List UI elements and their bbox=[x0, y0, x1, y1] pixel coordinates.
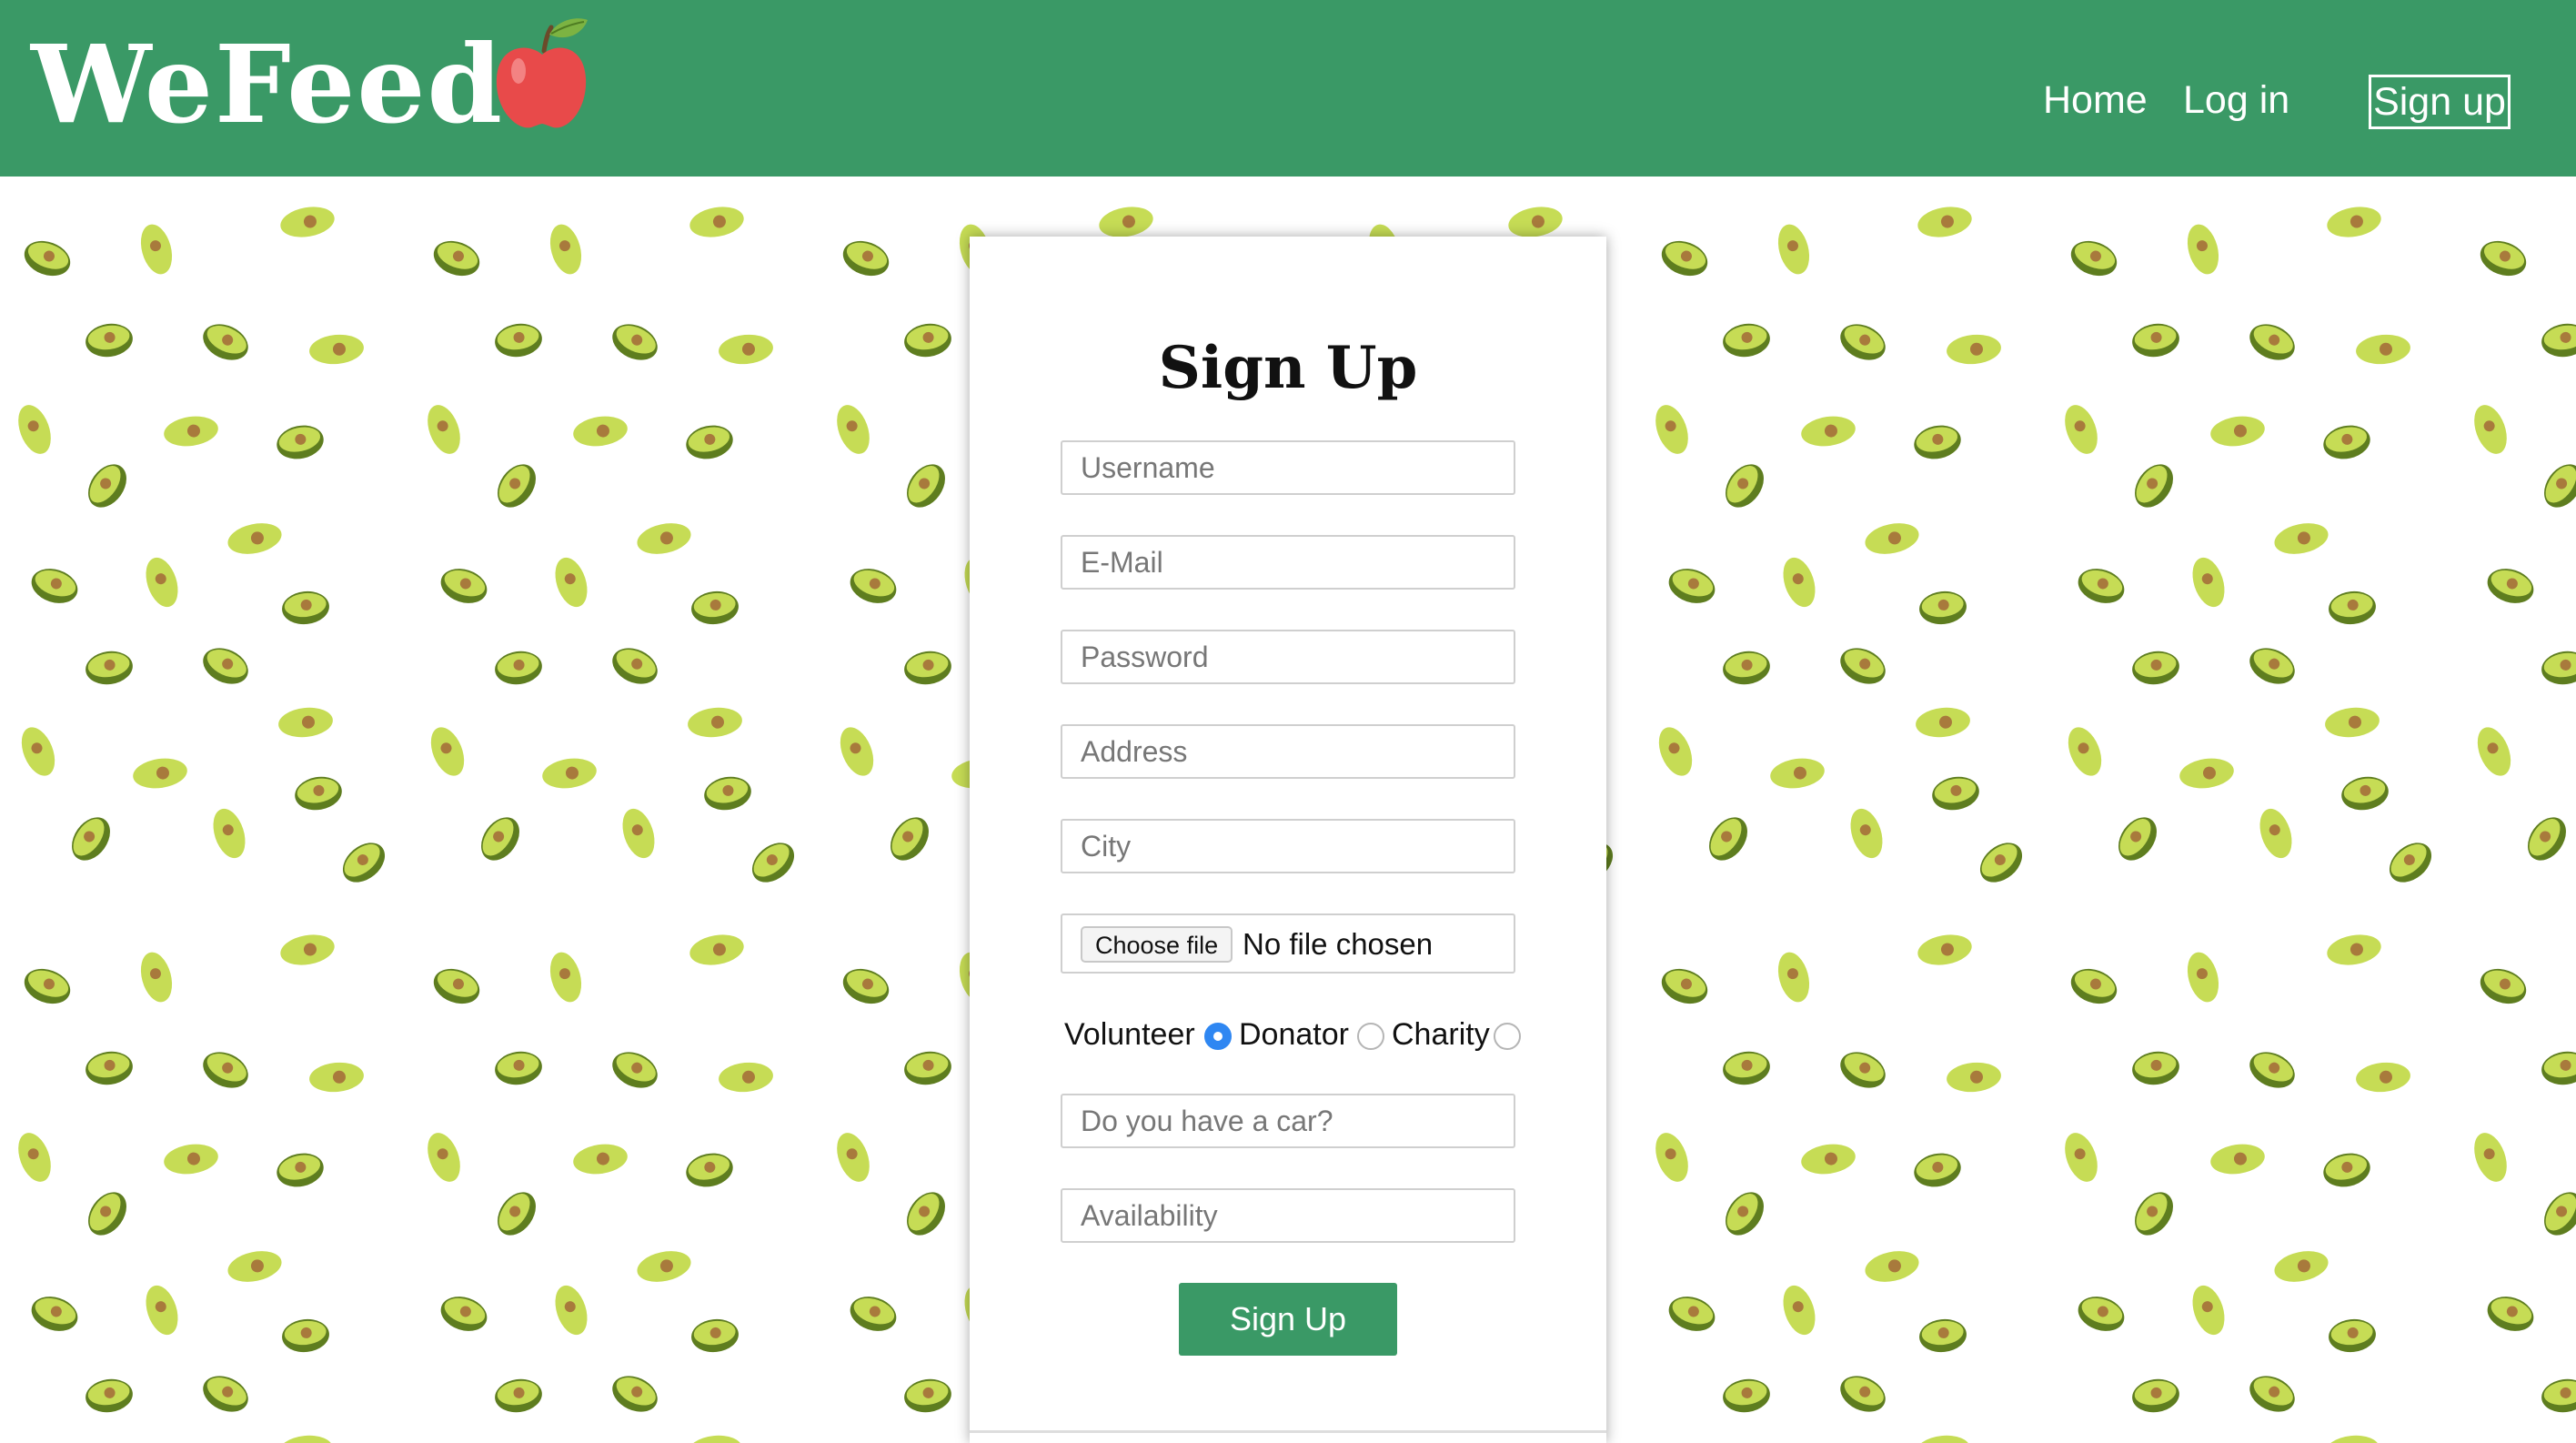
role-radio-donator[interactable] bbox=[1357, 1023, 1384, 1050]
form-title: Sign Up bbox=[1158, 334, 1418, 402]
availability-input[interactable] bbox=[1061, 1188, 1515, 1243]
signup-submit-button[interactable]: Sign Up bbox=[1179, 1283, 1397, 1356]
role-radio-charity[interactable] bbox=[1494, 1023, 1521, 1050]
nav-signup-link[interactable]: Sign up bbox=[2369, 75, 2511, 129]
role-label-charity: Charity bbox=[1392, 1017, 1490, 1052]
nav-home-link[interactable]: Home bbox=[2043, 73, 2148, 127]
city-input[interactable] bbox=[1061, 819, 1515, 873]
file-status-text: No file chosen bbox=[1243, 927, 1434, 961]
file-upload-field: Choose file No file chosen bbox=[1061, 913, 1515, 974]
car-input[interactable] bbox=[1061, 1094, 1515, 1148]
card-bottom-divider bbox=[970, 1430, 1606, 1433]
choose-file-button[interactable]: Choose file bbox=[1081, 926, 1233, 963]
nav-login-link[interactable]: Log in bbox=[2183, 73, 2289, 127]
brand-logo-text[interactable]: WeFeed bbox=[31, 25, 504, 144]
username-input[interactable] bbox=[1061, 440, 1515, 495]
role-label-volunteer: Volunteer bbox=[1064, 1017, 1195, 1052]
role-radio-volunteer[interactable] bbox=[1204, 1023, 1232, 1050]
apple-icon bbox=[496, 18, 588, 128]
address-input[interactable] bbox=[1061, 724, 1515, 779]
password-input[interactable] bbox=[1061, 630, 1515, 684]
top-navbar: WeFeed Home Log in Sign up bbox=[0, 0, 2576, 177]
role-label-donator: Donator bbox=[1239, 1017, 1349, 1052]
email-input[interactable] bbox=[1061, 535, 1515, 590]
